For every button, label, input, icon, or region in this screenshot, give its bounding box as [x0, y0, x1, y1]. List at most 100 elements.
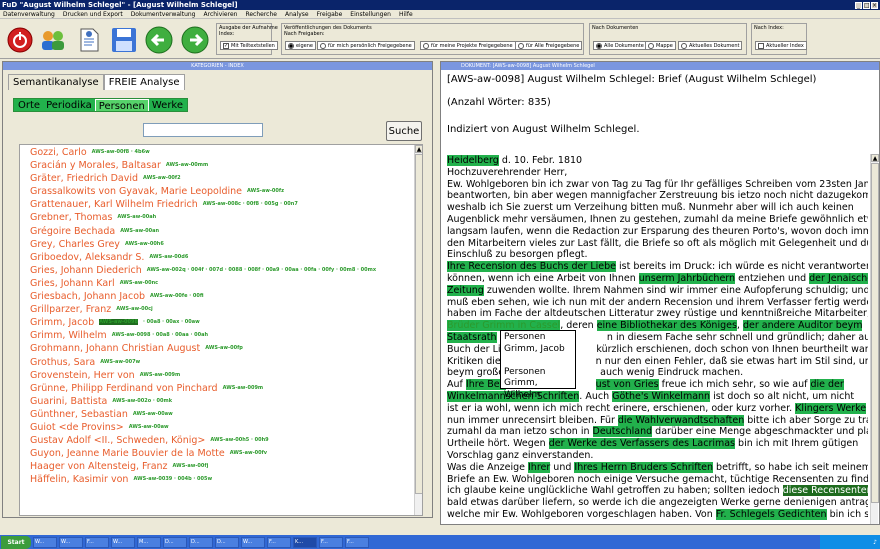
list-item[interactable]: Günthner, Sebastian AWS-aw-00aw: [30, 408, 410, 421]
list-item[interactable]: Haager von Altensteig, Franz AWS-aw-00fj: [30, 460, 410, 473]
scroll-thumb[interactable]: [871, 163, 879, 503]
scroll-up-icon[interactable]: ▲: [415, 145, 422, 153]
document-codes[interactable]: AWS-aw-00aw: [133, 411, 173, 417]
list-item[interactable]: Grünne, Philipp Ferdinand von Pinchard AW…: [30, 382, 410, 395]
document-codes[interactable]: AWS-aw-00nc: [120, 280, 158, 286]
tab-semantikanalyse[interactable]: Semantikanalyse: [8, 74, 104, 90]
aktueller-index-checkbox[interactable]: Aktueller Index: [755, 41, 807, 50]
task-button[interactable]: W...: [33, 536, 57, 548]
radio-alle-dokumente[interactable]: Alle Dokumente: [593, 41, 647, 50]
back-button[interactable]: [144, 25, 174, 55]
list-item[interactable]: Gräter, Friedrich David AWS-aw-00f2: [30, 172, 410, 185]
list-item[interactable]: Grimm, Jacob AWS-aw-0098 · 00a8 · 00ax · 0…: [30, 316, 410, 329]
radio-persoenlich[interactable]: für mich persönlich Freigegebene: [317, 41, 415, 50]
list-item[interactable]: Griesbach, Johann Jacob AWS-aw-00fe · 00f…: [30, 290, 410, 303]
document-codes[interactable]: · 00a8 · 00ax · 00aw: [143, 319, 200, 325]
menu-freigabe[interactable]: Freigabe: [317, 11, 343, 18]
menu-hilfe[interactable]: Hilfe: [399, 11, 413, 18]
tab-freie-analyse[interactable]: FREIE Analyse: [103, 74, 185, 90]
list-item[interactable]: Grassalkowits von Gyavak, Marie Leopoldi…: [30, 185, 410, 198]
list-item[interactable]: Griboedov, Aleksandr S. AWS-aw-00d6: [30, 251, 410, 264]
document-scrollbar[interactable]: ▲: [870, 154, 879, 524]
document-codes[interactable]: AWS-aw-00fv: [230, 450, 267, 456]
document-codes[interactable]: AWS-aw-00fz: [247, 188, 284, 194]
scroll-up-icon[interactable]: ▲: [871, 154, 879, 162]
task-button[interactable]: F...: [85, 536, 109, 548]
menu-drucken[interactable]: Drucken und Export: [63, 11, 123, 18]
start-button[interactable]: Start: [1, 535, 31, 549]
document-codes[interactable]: AWS-aw-00ah: [117, 214, 156, 220]
document-codes[interactable]: AWS-aw-0098 · 00a8 · 00aa · 00ah: [112, 332, 208, 338]
document-codes[interactable]: AWS-aw-007w: [100, 359, 140, 365]
tab-periodika[interactable]: Periodika: [43, 99, 95, 111]
radio-mappe[interactable]: Mappe: [645, 41, 676, 50]
document-codes[interactable]: AWS-aw-00fe · 00fi: [150, 293, 203, 299]
tab-personen[interactable]: Personen: [94, 99, 149, 112]
menu-analyse[interactable]: Analyse: [285, 11, 309, 18]
document-codes[interactable]: AWS-aw-009m: [223, 385, 264, 391]
search-button[interactable]: Suche: [386, 121, 422, 141]
task-button[interactable]: W...: [59, 536, 83, 548]
task-button[interactable]: D...: [215, 536, 239, 548]
list-item[interactable]: Gozzi, Carlo AWS-aw-00f8 · 4b6w: [30, 146, 410, 159]
list-item[interactable]: Grothus, Sara AWS-aw-007w: [30, 356, 410, 369]
close-button[interactable]: ×: [871, 1, 878, 9]
highlighted-code[interactable]: AWS-aw-0098: [99, 319, 138, 326]
list-item[interactable]: Grattenauer, Karl Wilhelm Friedrich AWS-a…: [30, 198, 410, 211]
document-codes[interactable]: AWS-aw-00aw: [129, 424, 169, 430]
scroll-thumb[interactable]: [415, 154, 422, 494]
menu-archivieren[interactable]: Archivieren: [204, 11, 238, 18]
list-item[interactable]: Gries, Johann Karl AWS-aw-00nc: [30, 277, 410, 290]
users-button[interactable]: [38, 25, 68, 55]
list-item[interactable]: Grohmann, Johann Christian August AWS-aw-…: [30, 342, 410, 355]
task-button[interactable]: M...: [137, 536, 161, 548]
menu-recherche[interactable]: Recherche: [245, 11, 277, 18]
maximize-button[interactable]: □: [863, 1, 870, 9]
menu-datenverwaltung[interactable]: Datenverwaltung: [3, 11, 55, 18]
task-button[interactable]: D...: [163, 536, 187, 548]
list-item[interactable]: Grey, Charles Grey AWS-aw-00h6: [30, 238, 410, 251]
exit-button[interactable]: [5, 25, 35, 55]
teiltextstellen-checkbox[interactable]: ✓ Mit Teiltextstellen: [220, 41, 278, 50]
document-codes[interactable]: AWS-aw-00d6: [149, 254, 188, 260]
list-item[interactable]: Gracián y Morales, Baltasar AWS-aw-00mm: [30, 159, 410, 172]
list-item[interactable]: Grovenstein, Herr von AWS-aw-009m: [30, 369, 410, 382]
document-codes[interactable]: AWS-aw-008c · 00f8 · 005g · 00n7: [203, 201, 298, 207]
list-item[interactable]: Guyon, Jeanne Marie Bouvier de la Motte A…: [30, 447, 410, 460]
task-button[interactable]: K...: [293, 536, 317, 548]
list-item[interactable]: Gries, Johann Diederich AWS-aw-002q · 004…: [30, 264, 410, 277]
radio-alle[interactable]: für Alle Freigegebene: [515, 41, 583, 50]
list-item[interactable]: Grégoire Bechada AWS-aw-00an: [30, 225, 410, 238]
document-codes[interactable]: AWS-aw-002o · 00mk: [112, 398, 172, 404]
document-codes[interactable]: AWS-aw-0039 · 004b · 005w: [133, 476, 212, 482]
radio-projekte[interactable]: für meine Projekte Freigegebene: [420, 41, 516, 50]
tab-orte[interactable]: Orte: [15, 99, 43, 111]
list-item[interactable]: Häffelin, Kasimir von AWS-aw-0039 · 004b …: [30, 473, 410, 486]
list-scrollbar[interactable]: ▲: [414, 145, 422, 515]
list-item[interactable]: Gustav Adolf <II., Schweden, König> AWS-a…: [30, 434, 410, 447]
list-item[interactable]: Guarini, Battista AWS-aw-002o · 00mk: [30, 395, 410, 408]
document-codes[interactable]: AWS-aw-00cj: [116, 306, 153, 312]
document-codes[interactable]: AWS-aw-00fp: [205, 345, 243, 351]
radio-eigene[interactable]: eigene: [285, 41, 316, 50]
menu-dokumentverwaltung[interactable]: Dokumentverwaltung: [131, 11, 196, 18]
menu-einstellungen[interactable]: Einstellungen: [350, 11, 391, 18]
document-codes[interactable]: AWS-aw-00f2: [143, 175, 181, 181]
document-codes[interactable]: AWS-aw-00f8 · 4b6w: [92, 149, 150, 155]
document-codes[interactable]: AWS-aw-00h6: [125, 241, 164, 247]
task-button[interactable]: D...: [189, 536, 213, 548]
save-button[interactable]: [109, 25, 139, 55]
list-item[interactable]: Grebner, Thomas AWS-aw-00ah: [30, 211, 410, 224]
list-item[interactable]: Guiot <de Provins> AWS-aw-00aw: [30, 421, 410, 434]
task-button[interactable]: W...: [111, 536, 135, 548]
task-button[interactable]: F...: [345, 536, 369, 548]
document-codes[interactable]: AWS-aw-00an: [120, 228, 159, 234]
task-button[interactable]: F...: [319, 536, 343, 548]
document-codes[interactable]: AWS-aw-00h5 · 00h9: [210, 437, 268, 443]
forward-button[interactable]: [180, 25, 210, 55]
document-codes[interactable]: AWS-aw-009m: [140, 372, 181, 378]
search-input[interactable]: [143, 123, 263, 137]
document-codes[interactable]: AWS-aw-00fj: [173, 463, 209, 469]
speaker-icon[interactable]: ♪: [873, 539, 877, 546]
document-codes[interactable]: AWS-aw-00mm: [166, 162, 208, 168]
